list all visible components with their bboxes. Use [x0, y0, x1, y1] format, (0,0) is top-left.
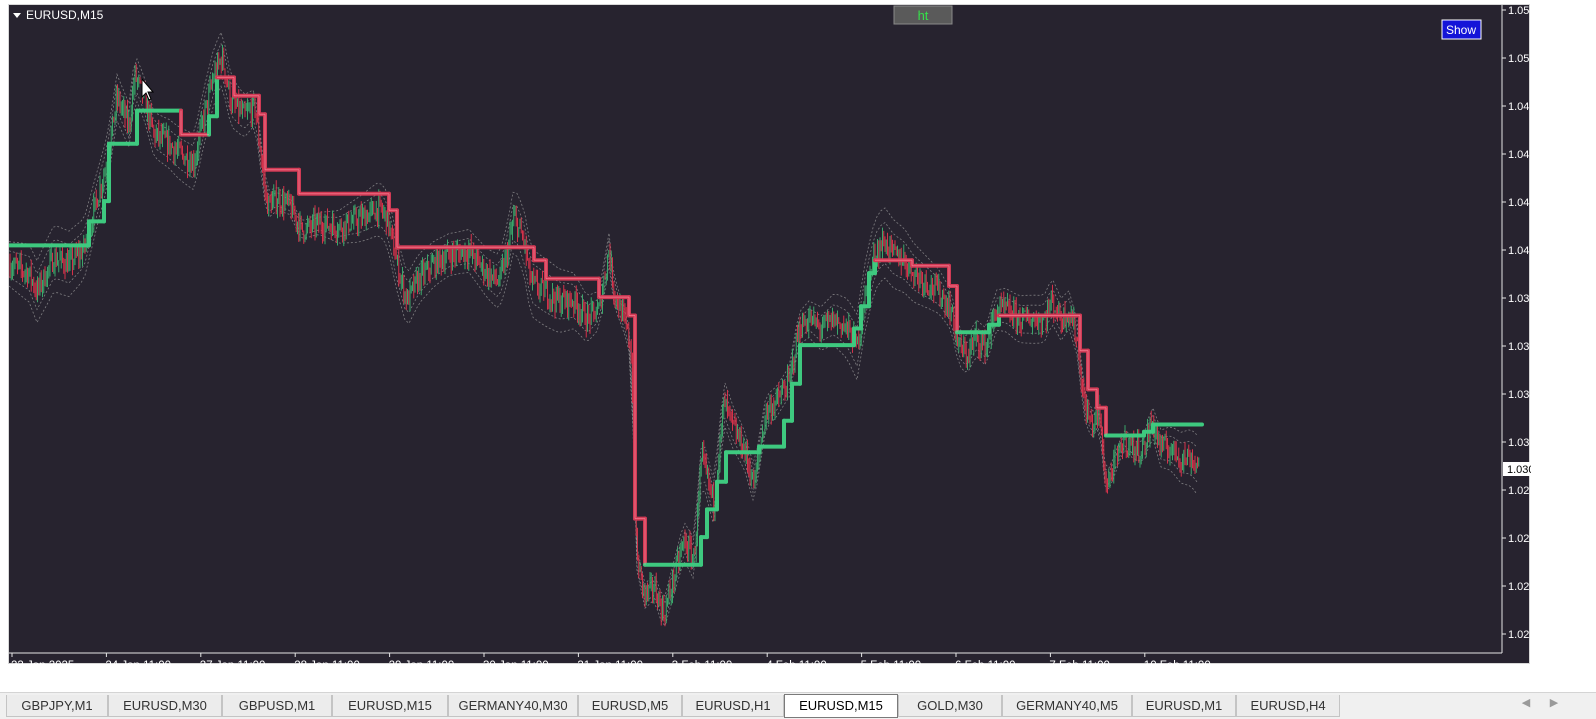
price-tick-label: 1.05220 — [1508, 53, 1531, 65]
chart-tab[interactable]: EURUSD,H1 — [682, 695, 784, 717]
chart-window[interactable]: 1.05480 1.05220 1.04960 1.04705 1.04445 1.041… — [8, 4, 1531, 665]
chart-tab[interactable]: GERMANY40,M30 — [448, 695, 578, 717]
price-tick-label: 1.04445 — [1508, 197, 1531, 209]
price-tick-label: 1.02625 — [1508, 533, 1531, 545]
price-tick-label: 1.02110 — [1508, 629, 1531, 641]
tab-scroll-right-icon[interactable]: ▶ — [1546, 696, 1562, 709]
price-tick-label: 1.02365 — [1508, 581, 1531, 593]
time-tick-label: 4 Feb 11:00 — [766, 660, 827, 665]
show-button-label: Show — [1446, 23, 1476, 37]
price-tick-label: 1.04705 — [1508, 149, 1531, 161]
time-tick-label: 31 Jan 11:00 — [577, 660, 643, 665]
price-axis: 1.05480 1.05220 1.04960 1.04705 1.04445 1.041… — [1502, 5, 1531, 641]
time-axis: 23 Jan 2025 24 Jan 11:00 27 Jan 11:00 28 Ja… — [11, 653, 1211, 665]
chart-tab-bar: GBPJPY,M1 EURUSD,M30 GBPUSD,M1 EURUSD,M15 GE… — [0, 692, 1596, 719]
current-price-label: 1.03004 — [1507, 464, 1531, 476]
time-tick-label: 10 Feb 11:00 — [1144, 660, 1211, 665]
time-tick-label: 24 Jan 11:00 — [105, 660, 171, 665]
price-tick-label: 1.03145 — [1508, 437, 1531, 449]
time-tick-label: 28 Jan 11:00 — [294, 660, 360, 665]
chart-tab[interactable]: GOLD,M30 — [898, 695, 1002, 717]
chart-tab[interactable]: EURUSD,M30 — [108, 695, 222, 717]
chart-tab[interactable]: GERMANY40,M5 — [1002, 695, 1132, 717]
time-tick-label: 23 Jan 2025 — [11, 660, 74, 665]
chart-tab[interactable]: EURUSD,M15 — [784, 694, 898, 718]
time-tick-label: 3 Feb 11:00 — [672, 660, 733, 665]
time-tick-label: 29 Jan 11:00 — [389, 660, 455, 665]
price-tick-label: 1.04185 — [1508, 245, 1531, 257]
time-tick-label: 30 Jan 11:00 — [483, 660, 549, 665]
price-tick-label: 1.04960 — [1508, 101, 1531, 113]
time-tick-label: 5 Feb 11:00 — [861, 660, 922, 665]
price-tick-label: 1.03405 — [1508, 389, 1531, 401]
chart-tab[interactable]: EURUSD,H4 — [1236, 695, 1340, 717]
chart-tab[interactable]: GBPJPY,M1 — [6, 695, 108, 717]
tab-scroll-left-icon[interactable]: ◀ — [1518, 696, 1534, 709]
time-tick-label: 6 Feb 11:00 — [955, 660, 1016, 665]
price-chart[interactable]: 1.05480 1.05220 1.04960 1.04705 1.04445 1.041… — [9, 5, 1531, 665]
price-tick-label: 1.05480 — [1508, 5, 1531, 17]
price-tick-label: 1.03665 — [1508, 341, 1531, 353]
chart-symbol-label: EURUSD,M15 — [26, 8, 104, 22]
chart-tab[interactable]: GBPUSD,M1 — [222, 695, 332, 717]
indicator-button-label: ht — [918, 8, 929, 23]
price-tick-label: 1.02885 — [1508, 485, 1531, 497]
time-tick-label: 7 Feb 11:00 — [1049, 660, 1110, 665]
time-tick-label: 27 Jan 11:00 — [200, 660, 266, 665]
chart-tab[interactable]: EURUSD,M1 — [1132, 695, 1236, 717]
price-tick-label: 1.03925 — [1508, 293, 1531, 305]
chart-tab[interactable]: EURUSD,M15 — [332, 695, 448, 717]
chart-tab[interactable]: EURUSD,M5 — [578, 695, 682, 717]
